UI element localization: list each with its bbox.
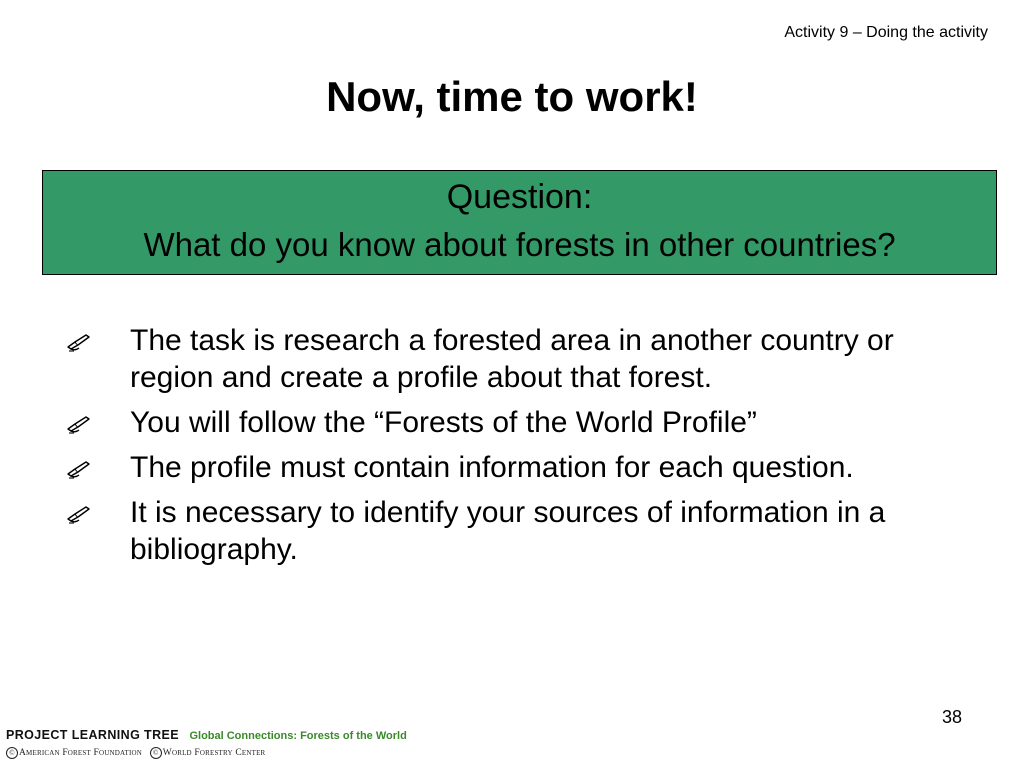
question-text: What do you know about forests in other … [143, 226, 896, 263]
bullet-item: The profile must contain information for… [0, 449, 1024, 486]
bullet-text: It is necessary to identify your sources… [130, 496, 886, 566]
bullet-text: You will follow the “Forests of the Worl… [130, 406, 757, 439]
question-label: Question: [446, 178, 593, 216]
org-name: American Forest Foundation [19, 748, 143, 759]
activity-label: Activity 9 – Doing the activity [784, 24, 988, 41]
slide-title: Now, time to work! [326, 73, 698, 120]
writing-hand-icon [67, 334, 90, 352]
program-subtitle: Global Connections: Forests of the World [189, 730, 407, 742]
bullet-item: The task is research a forested area in … [0, 322, 1024, 396]
bullet-text: The task is research a forested area in … [130, 324, 894, 394]
program-name: PROJECT LEARNING TREE [6, 728, 179, 742]
footer-program-line: PROJECT LEARNING TREE Global Connections… [6, 727, 506, 744]
copyright-icon: © [6, 747, 18, 759]
bullet-list: The task is research a forested area in … [0, 322, 1024, 576]
bullet-text: The profile must contain information for… [130, 451, 854, 484]
writing-hand-icon [67, 506, 90, 524]
copyright-icon: © [149, 747, 162, 759]
bullet-item: It is necessary to identify your sources… [0, 494, 1024, 568]
question-box: Question: What do you know about forests… [42, 170, 997, 275]
bullet-item: You will follow the “Forests of the Worl… [0, 404, 1024, 441]
footer-organizations: © American Forest Foundation © World Fores… [6, 747, 506, 759]
writing-hand-icon [67, 461, 90, 479]
org-name: World Forestry Center [162, 748, 266, 759]
writing-hand-icon [67, 416, 90, 434]
footer-logo: PROJECT LEARNING TREE Global Connections… [6, 727, 506, 759]
slide-number: 38 [941, 707, 962, 727]
